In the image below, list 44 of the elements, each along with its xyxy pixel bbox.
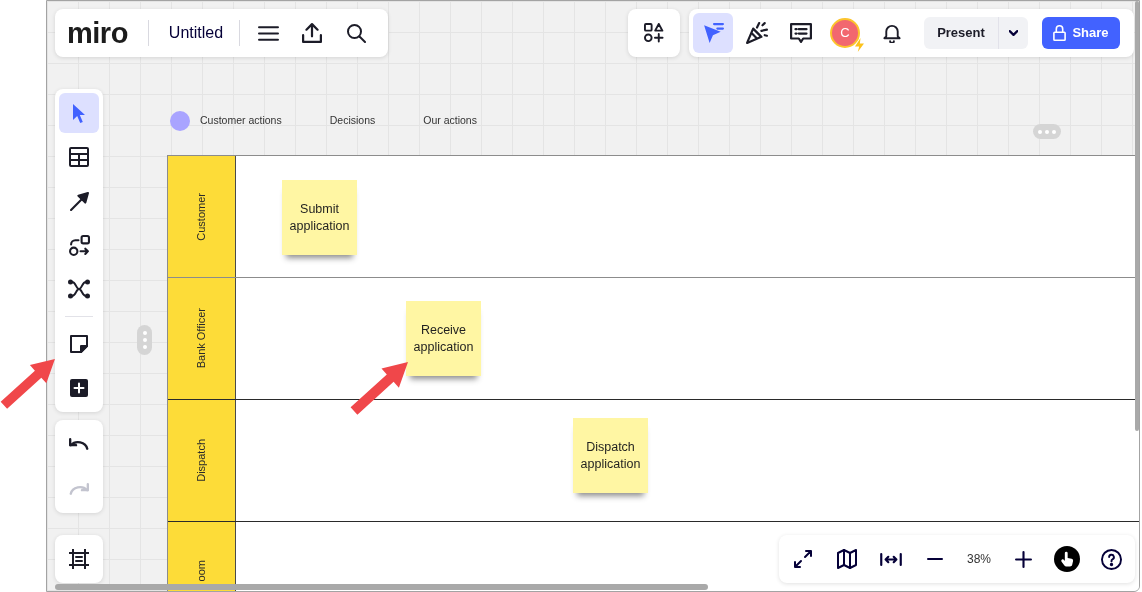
plus-icon [1014, 550, 1032, 568]
lane-label: Bank Officer [195, 308, 208, 369]
upload-icon [302, 23, 323, 43]
lane-label: oom [195, 559, 208, 581]
lane-label: Customer [195, 192, 208, 241]
drag-handle-icon[interactable] [137, 325, 152, 355]
party-popper-icon [746, 22, 768, 44]
share-button[interactable]: Share [1042, 17, 1120, 49]
sticky-note[interactable]: Submit application [282, 180, 357, 255]
bell-icon [883, 23, 901, 43]
fit-width-icon [880, 552, 902, 566]
lightning-icon [855, 38, 864, 52]
chevron-down-icon [1009, 30, 1018, 36]
comment-icon [790, 23, 812, 43]
sticky-note[interactable]: Receive application [406, 301, 481, 376]
cursor-lines-icon [702, 22, 724, 44]
lane-label: Dispatch [195, 439, 208, 482]
search-icon [346, 23, 366, 43]
redo-icon [69, 483, 89, 495]
undo-icon [69, 438, 89, 450]
help-icon [1100, 548, 1122, 570]
frame-icon [69, 549, 89, 569]
present-button[interactable]: Present [924, 17, 998, 49]
present-dropdown-button[interactable] [998, 17, 1028, 49]
annotation-arrow [350, 361, 409, 416]
horizontal-scrollbar[interactable] [55, 584, 708, 590]
menu-icon [257, 25, 279, 41]
legend-label: Our actions [423, 113, 477, 129]
reactions-button[interactable] [693, 13, 733, 53]
sticky-note[interactable]: Dispatch application [573, 418, 648, 493]
expand-icon [794, 550, 812, 568]
minus-icon [926, 557, 944, 561]
legend-label: Customer actions [200, 113, 282, 129]
shapes-icon [644, 23, 664, 43]
zoom-level[interactable]: 38% [959, 550, 999, 568]
map-icon [837, 549, 857, 569]
vertical-scrollbar[interactable] [1135, 1, 1139, 431]
select-tool[interactable] [59, 93, 99, 133]
legend-label: Decisions [329, 113, 376, 129]
board-title[interactable]: Untitled [156, 15, 236, 51]
lock-icon [1053, 25, 1067, 41]
logo[interactable]: miro [67, 18, 128, 48]
annotation-arrow [0, 358, 56, 410]
hand-icon [1054, 546, 1080, 572]
